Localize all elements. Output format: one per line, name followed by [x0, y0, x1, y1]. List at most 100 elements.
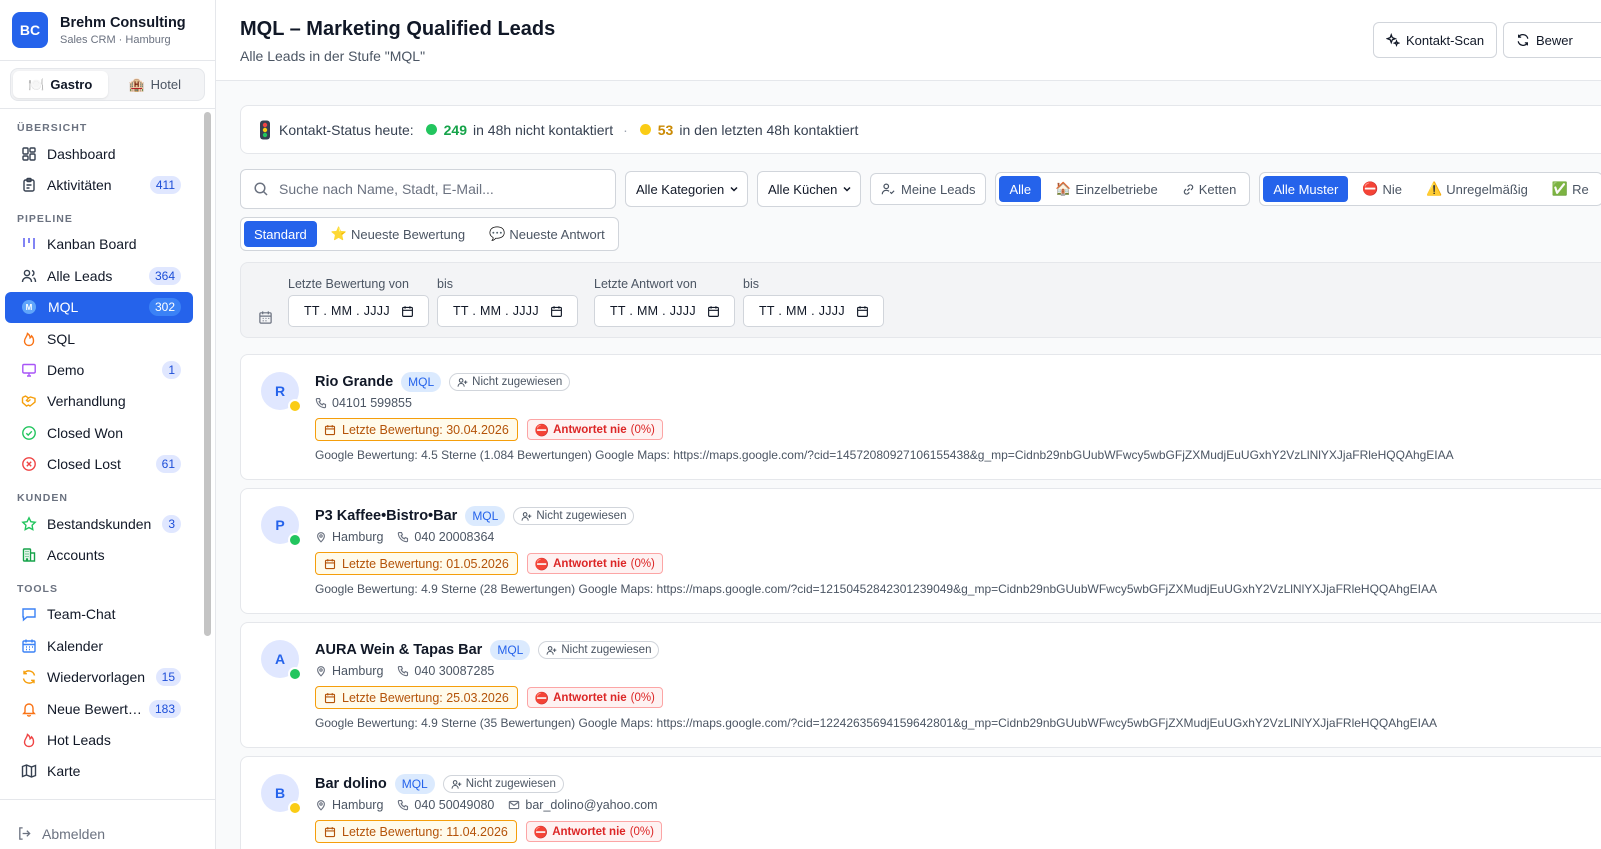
sidebar-item-map[interactable]: Karte [5, 756, 193, 787]
review-to-date-input[interactable]: TT . MM . JJJJ [437, 295, 578, 327]
calendar-icon[interactable] [707, 305, 720, 318]
category-select[interactable]: Alle Kategorien [625, 171, 748, 207]
sidebar-item-accounts[interactable]: Accounts [5, 539, 193, 570]
sidebar-item-new-reviews[interactable]: Neue Bewert… 183 [5, 693, 193, 724]
sidebar-item-dashboard[interactable]: Dashboard [5, 138, 193, 169]
assignee-text: Nicht zugewiesen [472, 376, 563, 388]
map-pin-icon [317, 532, 325, 543]
sidebar-item-label: Kanban Board [47, 236, 137, 253]
reply-from-date-input[interactable]: TT . MM . JJJJ [594, 295, 735, 327]
reply-rate-tag: ⛔ Antwortet nie (0%) [525, 821, 662, 842]
pattern-regular-button[interactable]: ✅ Re [1542, 176, 1599, 202]
scope-chains-button[interactable]: Ketten [1172, 176, 1247, 202]
segment-gastro-button[interactable]: 🍽️ Gastro [13, 71, 108, 98]
sort-newest-reply-button[interactable]: 💬 Neueste Antwort [479, 221, 615, 247]
reviews-refresh-button[interactable]: Bewer [1503, 22, 1601, 58]
sidebar-item-negotiation[interactable]: Verhandlung [5, 386, 193, 417]
sidebar-item-activities[interactable]: Aktivitäten 411 [5, 169, 193, 200]
category-select-value: Alle Kategorien [636, 181, 725, 197]
user-plus-icon [521, 511, 532, 521]
lead-name[interactable]: Rio Grande [315, 374, 393, 390]
no-entry-icon: ⛔ [534, 692, 550, 705]
segment-hotel-button[interactable]: 🏨 Hotel [108, 71, 203, 98]
lead-phone[interactable]: 040 30087285 [397, 664, 494, 678]
reply-rate-tag: ⛔ Antwortet nie (0%) [526, 687, 663, 708]
assignee-badge[interactable]: Nicht zugewiesen [513, 507, 635, 525]
lead-phone[interactable]: 040 50049080 [397, 798, 494, 812]
calendar-icon[interactable] [550, 305, 563, 318]
date-filter-panel: Letzte Bewertung von TT . MM . JJJJ bis … [240, 262, 1601, 338]
sidebar-item-sql[interactable]: SQL [5, 323, 193, 354]
check-mark-icon: ✅ [1551, 181, 1569, 196]
hotel-icon: 🏨 [128, 76, 145, 92]
lead-name[interactable]: Bar dolino [315, 776, 387, 792]
scope-all-button[interactable]: Alle [999, 176, 1042, 202]
date-placeholder: TT . MM . JJJJ [304, 304, 390, 318]
sidebar-item-all-leads[interactable]: Alle Leads 364 [5, 260, 193, 291]
sidebar-item-closed-lost[interactable]: Closed Lost 61 [5, 449, 193, 480]
lead-card[interactable]: R Rio Grande MQL Nicht zugewiesen 04101 5998… [240, 354, 1601, 480]
stage-badge: MQL [401, 372, 442, 392]
sidebar-item-calendar[interactable]: Kalender [5, 630, 193, 661]
fork-knife-icon: 🍽️ [28, 76, 45, 92]
lead-card[interactable]: B Bar dolino MQL Nicht zugewiesen Hamburg 040… [240, 756, 1601, 849]
lead-phone[interactable]: 040 20008364 [397, 530, 494, 544]
assignee-text: Nicht zugewiesen [536, 510, 627, 522]
assignee-badge[interactable]: Nicht zugewiesen [442, 775, 564, 793]
lead-phone[interactable]: 04101 599855 [315, 396, 412, 410]
review-from-date-input[interactable]: TT . MM . JJJJ [288, 295, 429, 327]
contact-scan-button[interactable]: Kontakt-Scan [1373, 22, 1498, 58]
count-badge: 302 [148, 298, 181, 317]
calendar-icon[interactable] [856, 305, 869, 318]
cuisine-select-value: Alle Küchen [768, 181, 838, 197]
lead-city-text: Hamburg [332, 664, 384, 678]
reply-from-label: Letzte Antwort von [594, 277, 697, 291]
my-leads-button[interactable]: Meine Leads [870, 173, 987, 205]
logout-icon [19, 827, 31, 840]
lead-card[interactable]: A AURA Wein & Tapas Bar MQL Nicht zugewiese… [240, 622, 1601, 748]
cuisine-select[interactable]: Alle Küchen [757, 171, 861, 207]
sidebar-item-label: Team-Chat [47, 606, 116, 623]
lead-name[interactable]: P3 Kaffee•Bistro•Bar [315, 508, 457, 524]
reply-to-date-input[interactable]: TT . MM . JJJJ [743, 295, 884, 327]
sidebar-item-mql[interactable]: M MQL 302 [5, 291, 193, 323]
nav-section-customers: KUNDEN [17, 491, 68, 504]
search-input[interactable]: Suche nach Name, Stadt, E-Mail... [240, 169, 616, 209]
review-to-label: bis [437, 277, 453, 291]
sidebar-item-existing-customers[interactable]: Bestandskunden 3 [5, 508, 193, 539]
logout-button[interactable]: Abmelden [0, 799, 215, 849]
lead-city-text: Hamburg [332, 530, 384, 544]
lead-city: Hamburg [315, 798, 383, 812]
sidebar-item-closed-won[interactable]: Closed Won [5, 417, 193, 448]
sort-newest-review-button[interactable]: ⭐ Neueste Bewertung [321, 221, 475, 247]
scope-single-button[interactable]: 🏠 Einzelbetriebe [1045, 176, 1168, 202]
contact-status-dot [288, 801, 302, 815]
star-icon [21, 515, 37, 531]
sidebar-item-label: Closed Lost [47, 456, 121, 473]
sidebar-item-followups[interactable]: Wiedervorlagen 15 [5, 661, 193, 692]
calendar-icon[interactable] [401, 305, 414, 318]
reply-rate-percent: (0%) [630, 691, 655, 704]
contacted-text: in den letzten 48h kontaktiert [679, 121, 859, 138]
sort-standard-button[interactable]: Standard [244, 221, 317, 247]
sidebar-item-label: Aktivitäten [47, 177, 112, 194]
assignee-badge[interactable]: Nicht zugewiesen [538, 641, 660, 659]
sidebar-item-kanban[interactable]: Kanban Board [5, 229, 193, 260]
pattern-irregular-button[interactable]: ⚠️ Unregelmäßig [1416, 176, 1538, 202]
reply-rate-percent: (0%) [630, 557, 655, 570]
sidebar-scrollbar[interactable] [204, 112, 211, 636]
house-icon: 🏠 [1055, 181, 1072, 196]
date-placeholder: TT . MM . JJJJ [759, 304, 845, 318]
assignee-text: Nicht zugewiesen [465, 778, 556, 790]
lead-email[interactable]: bar_dolino@yahoo.com [508, 798, 658, 812]
count-badge: 3 [162, 514, 181, 533]
sidebar-item-demo[interactable]: Demo 1 [5, 354, 193, 385]
pattern-never-button[interactable]: ⛔ Nie [1352, 176, 1412, 202]
sidebar-item-hot-leads[interactable]: Hot Leads [5, 724, 193, 755]
lead-name[interactable]: AURA Wein & Tapas Bar [315, 642, 482, 658]
assignee-badge[interactable]: Nicht zugewiesen [449, 373, 571, 391]
pattern-all-button[interactable]: Alle Muster [1263, 176, 1349, 202]
brand-header[interactable]: BC Brehm Consulting Sales CRM · Hamburg [0, 0, 215, 61]
lead-card[interactable]: P P3 Kaffee•Bistro•Bar MQL Nicht zugewiesen… [240, 488, 1601, 614]
sidebar-item-team-chat[interactable]: Team-Chat [5, 599, 193, 630]
